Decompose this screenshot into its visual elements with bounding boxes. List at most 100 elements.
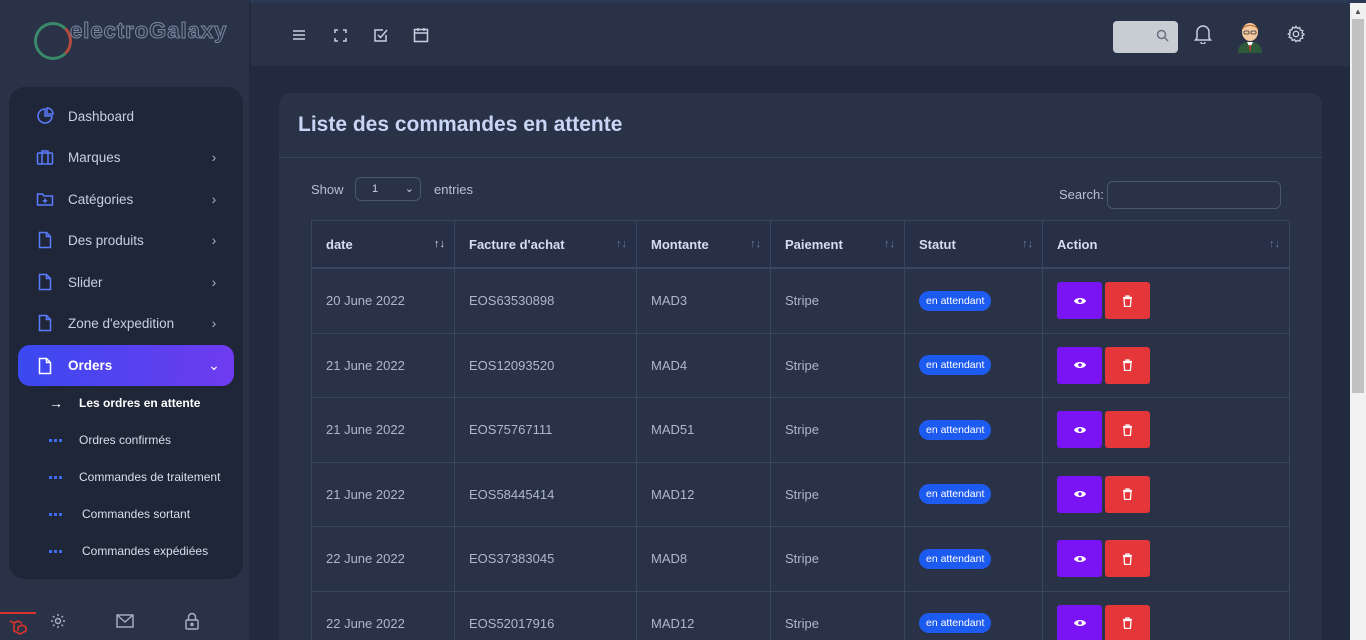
subitem-ordres-en-attente[interactable]: → Les ordres en attente — [49, 391, 249, 415]
header-search-box[interactable] — [1113, 21, 1178, 53]
cell-date: 21 June 2022 — [312, 462, 455, 526]
fullscreen-icon[interactable] — [331, 26, 349, 44]
status-badge: en attendant — [919, 548, 992, 569]
sidebar-menu: Dashboard Marques › Catégories › Des pro… — [9, 87, 243, 579]
cell-action — [1043, 527, 1289, 591]
eye-icon — [1073, 555, 1086, 562]
sidebar-item-categories[interactable]: Catégories › — [18, 179, 234, 219]
sidebar-item-produits[interactable]: Des produits › — [18, 220, 234, 260]
view-button[interactable] — [1057, 282, 1102, 320]
column-header-date[interactable]: date ↑↓ — [312, 221, 455, 267]
calendar-icon[interactable] — [412, 26, 430, 44]
menu-icon[interactable] — [290, 26, 308, 44]
table-row: 21 June 2022 EOS58445414 MAD12 Stripe en… — [312, 462, 1289, 527]
cell-status: en attendant — [905, 462, 1043, 526]
orders-card: Liste des commandes en attente Show 1 ⌄ … — [279, 93, 1322, 640]
sidebar-item-marques[interactable]: Marques › — [18, 137, 234, 177]
avatar[interactable] — [1235, 19, 1265, 53]
lock-icon[interactable] — [183, 612, 201, 630]
cell-date: 20 June 2022 — [312, 269, 455, 333]
view-button[interactable] — [1057, 411, 1102, 449]
chevron-down-icon: ⌄ — [208, 357, 220, 373]
sidebar-item-label: Des produits — [68, 232, 144, 248]
column-header-payment[interactable]: Paiement ↑↓ — [771, 221, 905, 267]
sidebar: electroGalaxy Dashboard Marques › Catégo… — [0, 0, 250, 640]
logo-mark — [34, 22, 72, 60]
page-scrollbar[interactable]: ▲ — [1350, 3, 1366, 640]
table-row: 21 June 2022 EOS12093520 MAD4 Stripe en … — [312, 333, 1289, 398]
file-icon — [36, 357, 54, 375]
subitem-commandes-expediees[interactable]: Commandes expédiées — [49, 539, 249, 563]
scrollbar-thumb[interactable] — [1352, 19, 1364, 393]
entries-select[interactable]: 1 ⌄ — [355, 177, 421, 201]
cell-status: en attendant — [905, 398, 1043, 462]
column-header-status[interactable]: Statut ↑↓ — [905, 221, 1043, 267]
chevron-down-icon: ⌄ — [404, 183, 414, 195]
cell-invoice: EOS58445414 — [455, 462, 637, 526]
sidebar-item-zone-expedition[interactable]: Zone d'expedition › — [18, 303, 234, 343]
column-header-invoice[interactable]: Facture d'achat ↑↓ — [455, 221, 637, 267]
sidebar-item-slider[interactable]: Slider › — [18, 262, 234, 302]
sort-icon: ↑↓ — [750, 238, 761, 250]
laravel-icon[interactable] — [0, 612, 36, 640]
table-search-input[interactable] — [1107, 181, 1281, 209]
brand-logo[interactable]: electroGalaxy — [34, 18, 234, 63]
settings-icon[interactable] — [1287, 25, 1305, 43]
delete-button[interactable] — [1105, 411, 1150, 449]
sidebar-item-dashboard[interactable]: Dashboard — [18, 96, 234, 136]
dots-icon — [49, 438, 75, 442]
settings-icon[interactable] — [49, 612, 67, 630]
delete-button[interactable] — [1105, 346, 1150, 384]
sort-icon: ↑↓ — [1269, 238, 1280, 250]
table-row: 22 June 2022 EOS37383045 MAD8 Stripe en … — [312, 527, 1289, 592]
sidebar-item-label: Orders — [68, 358, 113, 373]
checkbox-icon[interactable] — [371, 26, 389, 44]
view-button[interactable] — [1057, 540, 1102, 578]
delete-button[interactable] — [1105, 540, 1150, 578]
cell-invoice: EOS52017916 — [455, 591, 637, 640]
scroll-up-icon[interactable]: ▲ — [1354, 7, 1362, 16]
view-button[interactable] — [1057, 346, 1102, 384]
sidebar-item-label: Catégories — [68, 191, 134, 207]
cell-invoice: EOS12093520 — [455, 333, 637, 397]
table-row: 21 June 2022 EOS75767111 MAD51 Stripe en… — [312, 398, 1289, 463]
chevron-right-icon: › — [211, 315, 217, 331]
status-badge: en attendant — [919, 355, 992, 376]
search-label: Search: — [1059, 187, 1104, 202]
cell-status: en attendant — [905, 527, 1043, 591]
view-button[interactable] — [1057, 604, 1102, 640]
cell-action — [1043, 334, 1289, 398]
sidebar-item-orders[interactable]: Orders ⌄ — [18, 345, 234, 386]
chevron-right-icon: › — [211, 191, 217, 207]
column-label: Montante — [651, 236, 709, 252]
chevron-right-icon: › — [211, 232, 217, 248]
show-label: Show — [311, 182, 344, 197]
sort-icon: ↑↓ — [1022, 238, 1033, 250]
delete-button[interactable] — [1105, 604, 1150, 640]
column-header-action[interactable]: Action ↑↓ — [1043, 221, 1289, 267]
eye-icon — [1073, 620, 1086, 627]
subitem-commandes-traitement[interactable]: Commandes de traitement — [49, 465, 249, 489]
subitem-label: Commandes expédiées — [82, 544, 209, 558]
column-label: Statut — [919, 236, 956, 252]
cell-status: en attendant — [905, 269, 1043, 333]
column-header-amount[interactable]: Montante ↑↓ — [637, 221, 771, 267]
delete-button[interactable] — [1105, 282, 1150, 320]
search-icon[interactable] — [1156, 29, 1169, 47]
sidebar-item-label: Zone d'expedition — [68, 315, 175, 331]
table-row: 20 June 2022 EOS63530898 MAD3 Stripe en … — [312, 269, 1289, 334]
arrow-right-icon: → — [49, 395, 63, 411]
sidebar-item-label: Marques — [68, 149, 121, 165]
mail-icon[interactable] — [116, 612, 134, 630]
bell-icon[interactable] — [1194, 25, 1212, 44]
pie-chart-icon — [36, 107, 54, 125]
delete-button[interactable] — [1105, 475, 1150, 513]
view-button[interactable] — [1057, 475, 1102, 513]
subitem-ordres-confirmes[interactable]: Ordres confirmés — [49, 428, 249, 452]
sort-icon: ↑↓ — [616, 238, 627, 250]
cell-invoice: EOS75767111 — [455, 398, 637, 462]
subitem-commandes-sortant[interactable]: Commandes sortant — [49, 502, 249, 526]
trash-icon — [1123, 553, 1132, 565]
column-label: Facture d'achat — [469, 236, 565, 252]
status-badge: en attendant — [919, 613, 992, 634]
